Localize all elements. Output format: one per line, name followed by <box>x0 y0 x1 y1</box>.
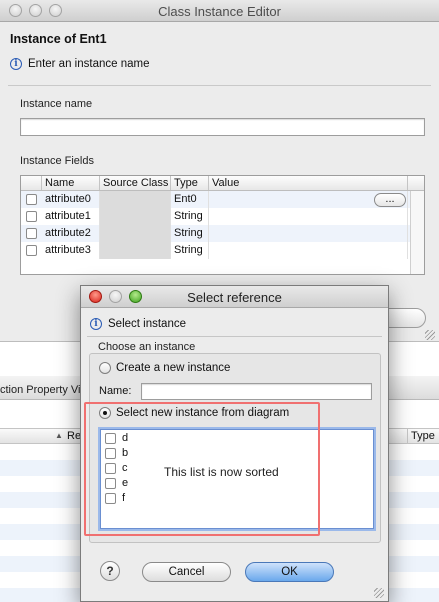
divider <box>8 85 431 86</box>
info-icon: i <box>10 58 22 70</box>
table-body: attribute0 Ent0 attribute1 String attrib… <box>21 191 424 259</box>
sort-arrow-icon[interactable]: ▲ <box>55 431 63 440</box>
row-checkbox[interactable] <box>26 245 37 256</box>
column-header-source-class[interactable]: Source Class <box>100 176 171 190</box>
option-create-new[interactable]: Create a new instance <box>99 362 230 374</box>
dialog-titlebar: Select reference <box>81 286 388 308</box>
table-row[interactable]: attribute3 String <box>21 242 424 259</box>
cancel-button[interactable]: Cancel <box>142 562 231 582</box>
editor-info-row: i Enter an instance name <box>10 58 149 70</box>
cell-type: String <box>171 208 209 225</box>
select-reference-dialog: Select reference i Select instance Choos… <box>80 285 389 602</box>
column-divider <box>407 429 408 444</box>
row-checkbox[interactable] <box>26 211 37 222</box>
header-checkbox-column <box>21 176 42 190</box>
cell-value[interactable] <box>209 242 408 259</box>
column-header-type[interactable]: Type <box>171 176 209 190</box>
dialog-resize-grip[interactable] <box>374 588 384 598</box>
instance-fields-label: Instance Fields <box>20 155 94 167</box>
cell-source-class <box>100 208 171 225</box>
cell-type: Ent0 <box>171 191 209 208</box>
column-header-name[interactable]: Name <box>42 176 100 190</box>
choose-instance-label: Choose an instance <box>98 341 196 353</box>
instance-name-label: Instance name <box>20 98 93 110</box>
cell-name: attribute3 <box>42 242 100 259</box>
property-view-tab[interactable]: ction Property Vi <box>0 384 81 396</box>
row-checkbox[interactable] <box>26 228 37 239</box>
cell-type: String <box>171 225 209 242</box>
cell-name: attribute0 <box>42 191 100 208</box>
cell-source-class <box>100 225 171 242</box>
info-icon: i <box>90 318 102 330</box>
create-new-radio[interactable] <box>99 362 111 374</box>
dialog-divider <box>87 336 382 337</box>
cell-name: attribute2 <box>42 225 100 242</box>
table-scrollbar[interactable] <box>410 191 424 274</box>
new-name-label: Name: <box>99 385 132 397</box>
cell-value[interactable] <box>209 208 408 225</box>
property-column-type[interactable]: Type <box>411 430 435 442</box>
row-checkbox[interactable] <box>26 194 37 205</box>
column-header-value[interactable]: Value <box>209 176 408 190</box>
editor-titlebar: Class Instance Editor <box>0 0 439 22</box>
editor-title: Class Instance Editor <box>158 4 281 19</box>
cell-source-class <box>100 242 171 259</box>
instance-name-input[interactable] <box>20 118 425 136</box>
table-row[interactable]: attribute0 Ent0 <box>21 191 424 208</box>
dialog-info-text: Select instance <box>108 318 186 330</box>
help-button[interactable]: ? <box>100 561 120 581</box>
editor-info-text: Enter an instance name <box>28 58 150 70</box>
instance-fields-table: Name Source Class Type Value attribute0 … <box>20 175 425 275</box>
cell-name: attribute1 <box>42 208 100 225</box>
dialog-title: Select reference <box>187 290 282 305</box>
instance-heading: Instance of Ent1 <box>10 32 107 46</box>
property-column-re[interactable]: Re <box>67 430 81 442</box>
ok-button[interactable]: OK <box>245 562 334 582</box>
dialog-info-row: i Select instance <box>90 318 186 330</box>
new-instance-name-input[interactable] <box>141 383 372 400</box>
editor-resize-grip[interactable] <box>425 330 435 340</box>
create-new-label: Create a new instance <box>116 362 231 374</box>
value-browse-button[interactable]: ... <box>374 193 406 207</box>
highlight-annotation <box>84 402 320 536</box>
cell-value[interactable] <box>209 225 408 242</box>
table-row[interactable]: attribute2 String <box>21 225 424 242</box>
cell-type: String <box>171 242 209 259</box>
table-header: Name Source Class Type Value <box>21 176 424 191</box>
table-row[interactable]: attribute1 String <box>21 208 424 225</box>
cell-source-class <box>100 191 171 208</box>
